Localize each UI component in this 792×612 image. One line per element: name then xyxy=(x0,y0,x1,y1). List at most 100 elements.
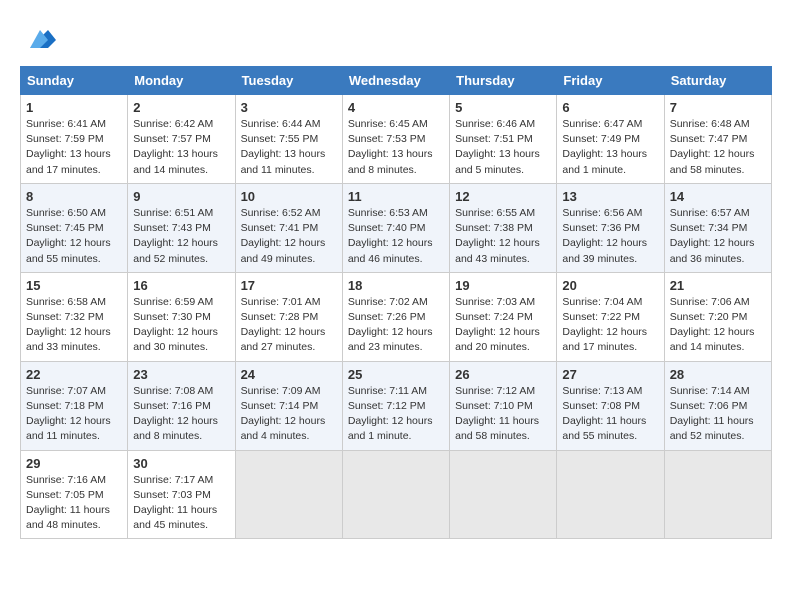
logo xyxy=(20,20,62,56)
day-info-line: and 49 minutes. xyxy=(241,252,337,267)
day-info-line: Daylight: 11 hours xyxy=(455,414,551,429)
day-cell: 27Sunrise: 7:13 AMSunset: 7:08 PMDayligh… xyxy=(557,361,664,450)
day-cell: 7Sunrise: 6:48 AMSunset: 7:47 PMDaylight… xyxy=(664,95,771,184)
day-info-line: Sunset: 7:16 PM xyxy=(133,399,229,414)
day-info-line: Daylight: 12 hours xyxy=(348,325,444,340)
day-cell: 2Sunrise: 6:42 AMSunset: 7:57 PMDaylight… xyxy=(128,95,235,184)
day-number: 30 xyxy=(133,456,229,471)
day-info-line: Daylight: 12 hours xyxy=(241,325,337,340)
col-header-tuesday: Tuesday xyxy=(235,67,342,95)
day-info-line: and 8 minutes. xyxy=(133,429,229,444)
col-header-saturday: Saturday xyxy=(664,67,771,95)
day-info-line: Sunrise: 6:55 AM xyxy=(455,206,551,221)
day-info-line: Sunset: 7:57 PM xyxy=(133,132,229,147)
day-number: 27 xyxy=(562,367,658,382)
day-info-line: Daylight: 13 hours xyxy=(241,147,337,162)
day-cell: 29Sunrise: 7:16 AMSunset: 7:05 PMDayligh… xyxy=(21,450,128,539)
day-info: Sunrise: 6:53 AMSunset: 7:40 PMDaylight:… xyxy=(348,206,444,267)
day-info-line: Sunset: 7:10 PM xyxy=(455,399,551,414)
day-info-line: and 8 minutes. xyxy=(348,163,444,178)
day-number: 11 xyxy=(348,189,444,204)
day-cell: 15Sunrise: 6:58 AMSunset: 7:32 PMDayligh… xyxy=(21,272,128,361)
day-info: Sunrise: 7:16 AMSunset: 7:05 PMDaylight:… xyxy=(26,473,122,534)
day-info-line: Sunrise: 6:44 AM xyxy=(241,117,337,132)
day-info-line: and 11 minutes. xyxy=(241,163,337,178)
day-info-line: Daylight: 11 hours xyxy=(26,503,122,518)
day-info-line: and 39 minutes. xyxy=(562,252,658,267)
day-number: 21 xyxy=(670,278,766,293)
day-cell: 13 Sunrise: 6:56 AMSunset: 7:36 PMDayligh… xyxy=(557,183,664,272)
day-info: Sunrise: 6:56 AMSunset: 7:36 PMDaylight:… xyxy=(562,206,658,267)
day-info-line: Daylight: 12 hours xyxy=(455,236,551,251)
week-row-1: 1Sunrise: 6:41 AMSunset: 7:59 PMDaylight… xyxy=(21,95,772,184)
day-info: Sunrise: 6:44 AMSunset: 7:55 PMDaylight:… xyxy=(241,117,337,178)
day-info-line: Sunrise: 6:52 AM xyxy=(241,206,337,221)
day-number: 7 xyxy=(670,100,766,115)
day-info: Sunrise: 6:46 AMSunset: 7:51 PMDaylight:… xyxy=(455,117,551,178)
day-info-line: and 55 minutes. xyxy=(26,252,122,267)
day-info-line: Sunrise: 7:02 AM xyxy=(348,295,444,310)
day-info-line: Sunrise: 7:11 AM xyxy=(348,384,444,399)
day-number: 14 xyxy=(670,189,766,204)
day-info: Sunrise: 6:52 AMSunset: 7:41 PMDaylight:… xyxy=(241,206,337,267)
day-info-line: and 5 minutes. xyxy=(455,163,551,178)
day-info-line: Sunrise: 7:01 AM xyxy=(241,295,337,310)
day-cell: 1Sunrise: 6:41 AMSunset: 7:59 PMDaylight… xyxy=(21,95,128,184)
day-info-line: Daylight: 12 hours xyxy=(26,414,122,429)
day-cell: 6Sunrise: 6:47 AMSunset: 7:49 PMDaylight… xyxy=(557,95,664,184)
day-info-line: Sunset: 7:26 PM xyxy=(348,310,444,325)
day-info-line: and 27 minutes. xyxy=(241,340,337,355)
day-info-line: Sunrise: 6:53 AM xyxy=(348,206,444,221)
day-cell xyxy=(664,450,771,539)
day-info: Sunrise: 6:50 AMSunset: 7:45 PMDaylight:… xyxy=(26,206,122,267)
day-cell: 16Sunrise: 6:59 AMSunset: 7:30 PMDayligh… xyxy=(128,272,235,361)
week-row-2: 8Sunrise: 6:50 AMSunset: 7:45 PMDaylight… xyxy=(21,183,772,272)
day-info-line: Sunset: 7:03 PM xyxy=(133,488,229,503)
day-number: 18 xyxy=(348,278,444,293)
day-info-line: Sunset: 7:22 PM xyxy=(562,310,658,325)
day-cell: 11 Sunrise: 6:53 AMSunset: 7:40 PMDayligh… xyxy=(342,183,449,272)
day-cell: 25Sunrise: 7:11 AMSunset: 7:12 PMDayligh… xyxy=(342,361,449,450)
day-info-line: Sunset: 7:08 PM xyxy=(562,399,658,414)
day-info-line: Sunset: 7:43 PM xyxy=(133,221,229,236)
col-header-wednesday: Wednesday xyxy=(342,67,449,95)
logo-icon xyxy=(20,20,56,56)
day-info: Sunrise: 6:42 AMSunset: 7:57 PMDaylight:… xyxy=(133,117,229,178)
day-number: 13 xyxy=(562,189,658,204)
day-info-line: Daylight: 12 hours xyxy=(26,236,122,251)
day-info-line: and 58 minutes. xyxy=(670,163,766,178)
week-row-5: 29Sunrise: 7:16 AMSunset: 7:05 PMDayligh… xyxy=(21,450,772,539)
day-info-line: and 45 minutes. xyxy=(133,518,229,533)
day-number: 25 xyxy=(348,367,444,382)
day-info-line: Daylight: 12 hours xyxy=(670,147,766,162)
day-info-line: Sunrise: 6:46 AM xyxy=(455,117,551,132)
day-number: 16 xyxy=(133,278,229,293)
day-number: 28 xyxy=(670,367,766,382)
day-info: Sunrise: 7:06 AMSunset: 7:20 PMDaylight:… xyxy=(670,295,766,356)
day-number: 24 xyxy=(241,367,337,382)
day-info-line: Daylight: 12 hours xyxy=(241,414,337,429)
day-info-line: and 30 minutes. xyxy=(133,340,229,355)
day-info: Sunrise: 7:12 AMSunset: 7:10 PMDaylight:… xyxy=(455,384,551,445)
day-info-line: Sunrise: 6:51 AM xyxy=(133,206,229,221)
calendar-table: SundayMondayTuesdayWednesdayThursdayFrid… xyxy=(20,66,772,539)
day-info-line: Sunset: 7:36 PM xyxy=(562,221,658,236)
day-info-line: and 46 minutes. xyxy=(348,252,444,267)
day-info-line: Sunset: 7:05 PM xyxy=(26,488,122,503)
day-info-line: Daylight: 12 hours xyxy=(133,325,229,340)
day-info-line: Sunset: 7:38 PM xyxy=(455,221,551,236)
day-info-line: Daylight: 13 hours xyxy=(455,147,551,162)
page-header xyxy=(20,20,772,56)
day-cell: 19Sunrise: 7:03 AMSunset: 7:24 PMDayligh… xyxy=(450,272,557,361)
day-info-line: Daylight: 12 hours xyxy=(562,325,658,340)
day-number: 10 xyxy=(241,189,337,204)
day-info-line: Sunset: 7:32 PM xyxy=(26,310,122,325)
day-cell: 28Sunrise: 7:14 AMSunset: 7:06 PMDayligh… xyxy=(664,361,771,450)
day-cell: 20Sunrise: 7:04 AMSunset: 7:22 PMDayligh… xyxy=(557,272,664,361)
day-cell: 10 Sunrise: 6:52 AMSunset: 7:41 PMDayligh… xyxy=(235,183,342,272)
day-info-line: Daylight: 12 hours xyxy=(241,236,337,251)
day-number: 19 xyxy=(455,278,551,293)
day-info-line: Daylight: 11 hours xyxy=(670,414,766,429)
day-cell xyxy=(557,450,664,539)
day-info-line: Sunset: 7:34 PM xyxy=(670,221,766,236)
